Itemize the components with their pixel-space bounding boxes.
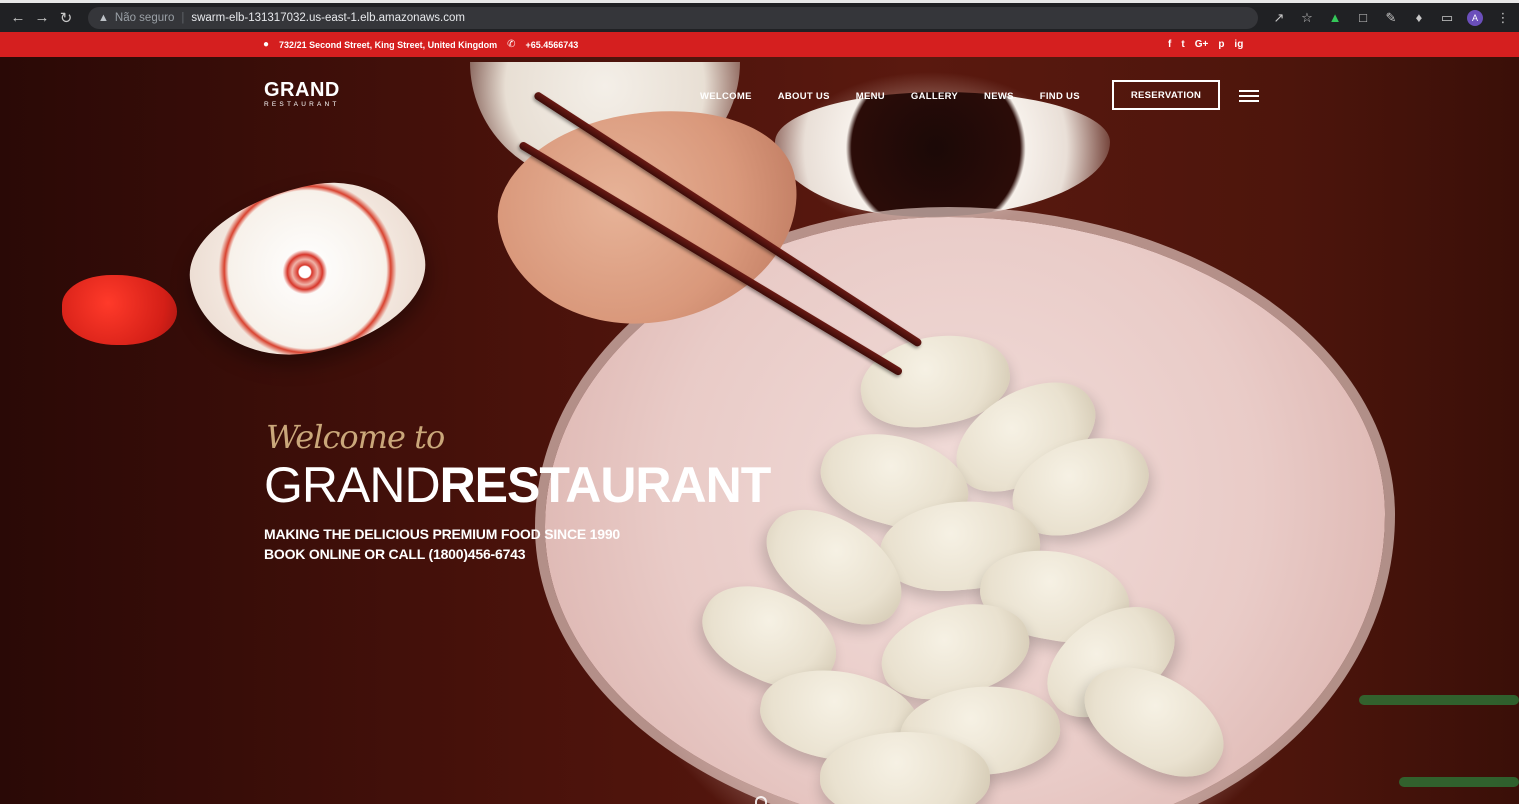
hero-section xyxy=(0,32,1519,804)
security-label: Não seguro xyxy=(114,11,175,24)
hero-title-thin: GRAND xyxy=(264,457,441,513)
scroll-down-indicator[interactable] xyxy=(755,796,767,804)
pinterest-icon[interactable]: p xyxy=(1218,39,1224,50)
hamburger-line xyxy=(1239,95,1259,97)
address-bar[interactable]: ▲ Não seguro | swarm-elb-131317032.us-ea… xyxy=(88,6,1258,29)
extension-screenshot-icon[interactable]: □ xyxy=(1355,10,1371,26)
contact-info: ● 732/21 Second Street, King Street, Uni… xyxy=(263,39,578,50)
browser-toolbar: ← → ↻ ▲ Não seguro | swarm-elb-131317032… xyxy=(0,3,1519,32)
address-separator: | xyxy=(181,11,185,24)
hero-leaf xyxy=(1359,695,1519,705)
hero-leaf xyxy=(1399,777,1519,787)
share-icon[interactable]: ↗ xyxy=(1271,10,1287,26)
extension-pen-icon[interactable]: ✎ xyxy=(1383,10,1399,26)
hero-small-dish xyxy=(177,167,438,372)
nav-item-menu[interactable]: MENU xyxy=(856,91,885,102)
hero-welcome-text: Welcome to xyxy=(266,418,445,456)
hero-tagline-line1: MAKING THE DELICIOUS PREMIUM FOOD SINCE … xyxy=(264,526,621,542)
address-text: 732/21 Second Street, King Street, Unite… xyxy=(279,39,498,50)
hero-tagline: MAKING THE DELICIOUS PREMIUM FOOD SINCE … xyxy=(264,524,620,564)
back-icon[interactable]: ← xyxy=(6,6,30,30)
google-plus-icon[interactable]: G+ xyxy=(1195,39,1209,50)
hero-chili xyxy=(62,275,177,345)
profile-avatar[interactable]: A xyxy=(1467,9,1483,26)
nav-menu: WELCOME ABOUT US MENU GALLERY NEWS FIND … xyxy=(700,91,1080,102)
hamburger-line xyxy=(1239,100,1259,102)
url-text: swarm-elb-131317032.us-east-1.elb.amazon… xyxy=(191,11,465,24)
logo-main-text: GRAND xyxy=(264,79,340,101)
more-menu-icon[interactable]: ⋮ xyxy=(1495,10,1511,26)
nav-item-welcome[interactable]: WELCOME xyxy=(700,91,752,102)
nav-item-gallery[interactable]: GALLERY xyxy=(911,91,958,102)
reload-icon[interactable]: ↻ xyxy=(54,6,78,30)
social-links: f t G+ p ig xyxy=(1168,39,1243,50)
hamburger-line xyxy=(1239,90,1259,92)
star-icon[interactable]: ☆ xyxy=(1299,10,1315,26)
puzzle-icon[interactable]: ♦ xyxy=(1411,10,1427,26)
top-info-bar: ● 732/21 Second Street, King Street, Uni… xyxy=(0,32,1519,57)
nav-item-news[interactable]: NEWS xyxy=(984,91,1014,102)
main-navigation: GRAND RESTAURANT WELCOME ABOUT US MENU G… xyxy=(0,57,1519,137)
hero-tagline-line2: BOOK ONLINE OR CALL (1800)456-6743 xyxy=(264,546,526,562)
logo-sub-text: RESTAURANT xyxy=(264,101,340,108)
extension-green-icon[interactable]: ▲ xyxy=(1327,10,1343,26)
facebook-icon[interactable]: f xyxy=(1168,39,1171,50)
hero-title: GRANDRESTAURANT xyxy=(264,457,772,513)
phone-icon: ✆ xyxy=(507,39,516,50)
nav-item-about-us[interactable]: ABOUT US xyxy=(778,91,830,102)
warning-icon: ▲ xyxy=(98,11,109,24)
map-pin-icon: ● xyxy=(263,39,270,50)
twitter-icon[interactable]: t xyxy=(1181,39,1184,50)
hero-title-bold: RESTAURANT xyxy=(439,457,772,513)
instagram-icon[interactable]: ig xyxy=(1234,39,1243,50)
forward-icon[interactable]: → xyxy=(30,6,54,30)
sidebar-icon[interactable]: ▭ xyxy=(1439,10,1455,26)
dish-flower-pattern xyxy=(278,245,331,299)
nav-item-find-us[interactable]: FIND US xyxy=(1040,91,1080,102)
hamburger-menu-icon[interactable] xyxy=(1239,90,1259,102)
browser-extension-icons: ↗ ☆ ▲ □ ✎ ♦ ▭ A ⋮ xyxy=(1271,3,1511,32)
phone-text: +65.4566743 xyxy=(525,39,579,50)
site-logo[interactable]: GRAND RESTAURANT xyxy=(264,80,340,108)
reservation-button[interactable]: RESERVATION xyxy=(1112,80,1220,110)
